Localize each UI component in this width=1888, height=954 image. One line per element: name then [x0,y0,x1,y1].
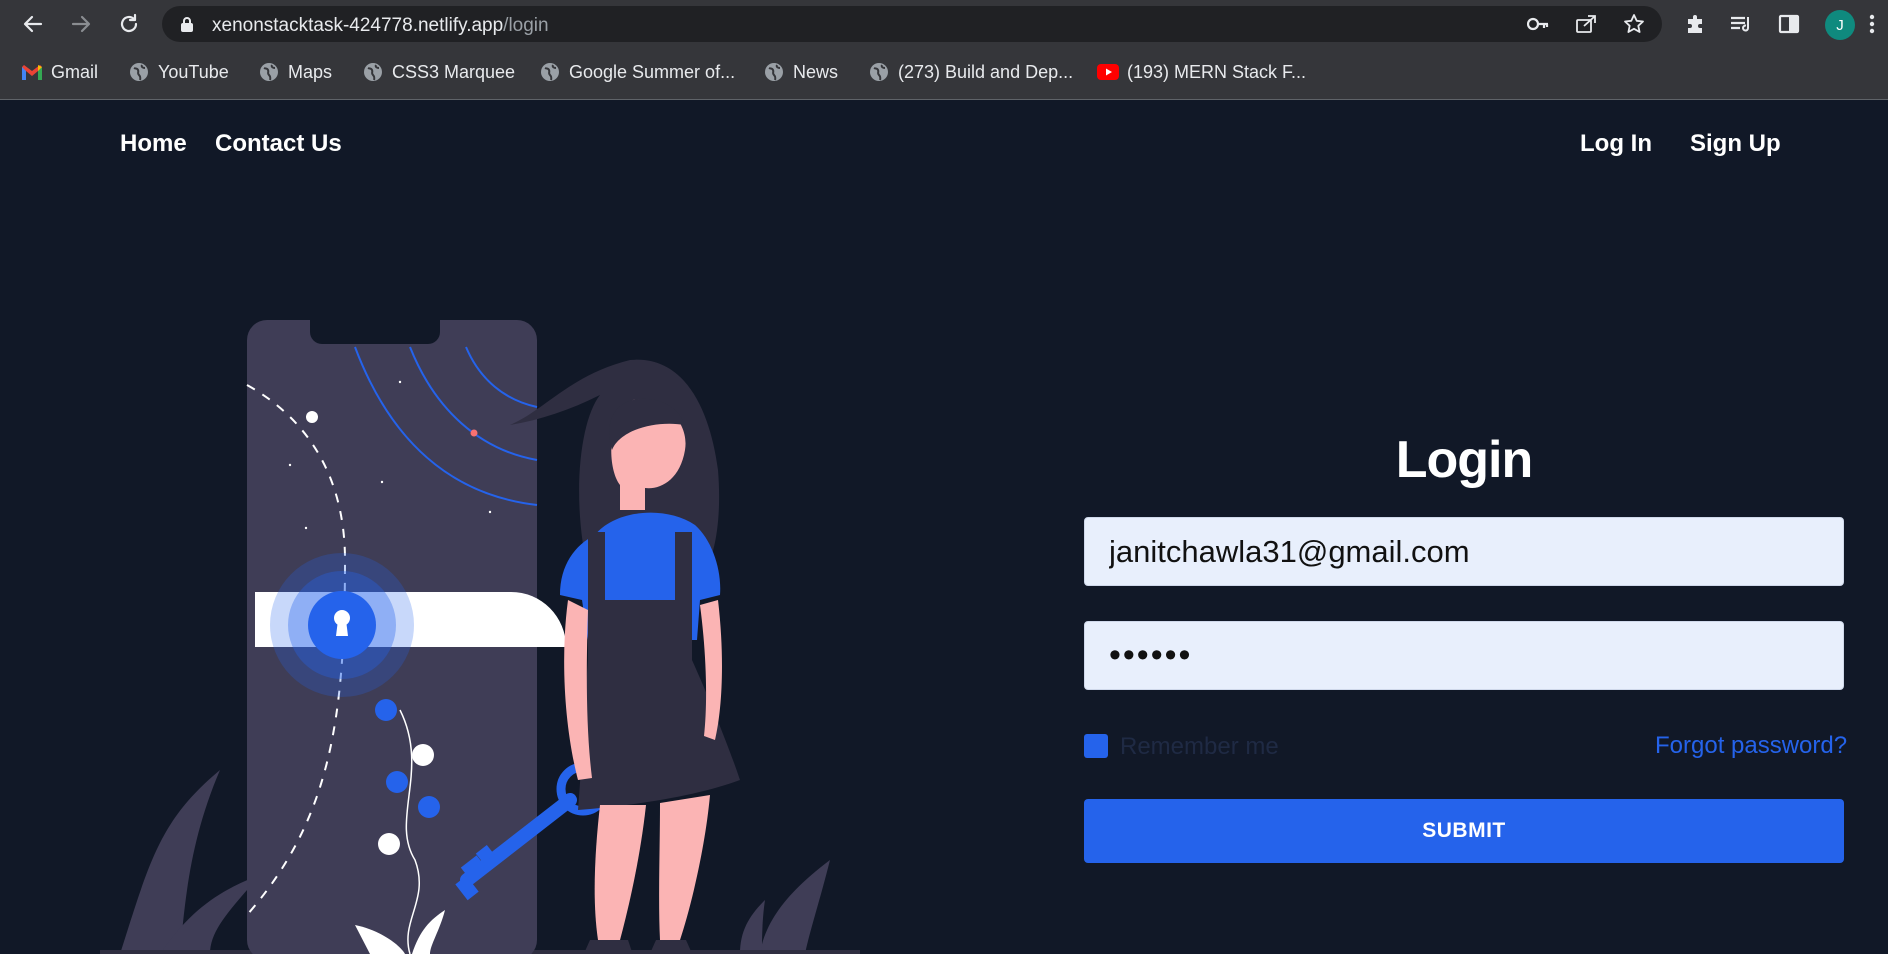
nav-signup-link[interactable]: Sign Up [1690,130,1781,158]
bookmark-maps[interactable]: Maps [258,50,332,94]
remember-me-checkbox[interactable] [1084,734,1108,758]
globe-icon [128,61,150,83]
reload-icon [120,13,138,33]
bookmark-label: (193) MERN Stack F... [1127,61,1307,82]
back-button[interactable] [18,9,48,39]
browser-toolbar: xenonstacktask-424778.netlify.app/login … [0,0,1888,48]
share-icon[interactable] [1574,12,1598,36]
menu-kebab-icon[interactable] [1862,10,1882,38]
bookmark-label: (273) Build and Dep... [898,61,1074,82]
url-path: /login [503,15,549,36]
youtube-icon [1097,61,1119,83]
bookmark-label: Maps [288,61,333,82]
profile-avatar[interactable]: J [1825,10,1855,40]
email-input[interactable] [1084,517,1844,586]
login-illustration [100,320,860,954]
nav-login-link[interactable]: Log In [1580,130,1652,158]
bookmark-label: YouTube [158,61,229,82]
bookmark-label: News [793,61,839,82]
globe-icon [362,61,384,83]
nav-contact-link[interactable]: Contact Us [215,130,342,158]
globe-icon [258,61,280,83]
forgot-password-link[interactable]: Forgot password? [1655,732,1847,760]
globe-icon [539,61,561,83]
bookmark-label: Google Summer of... [569,61,736,82]
bookmark-mern-stack[interactable]: (193) MERN Stack F... [1097,50,1306,94]
bookmark-news[interactable]: News [763,50,838,94]
bookmark-css3-marquee[interactable]: CSS3 Marquee [362,50,515,94]
bookmark-label: Gmail [51,61,99,82]
address-bar[interactable]: xenonstacktask-424778.netlify.app/login [162,6,1662,42]
login-page: Home Contact Us Log In Sign Up Login jan… [0,100,1888,954]
bookmark-google-summer[interactable]: Google Summer of... [539,50,735,94]
forward-button[interactable] [66,9,96,39]
browser-chrome: xenonstacktask-424778.netlify.app/login … [0,0,1888,100]
bookmark-build-and-deploy[interactable]: (273) Build and Dep... [868,50,1073,94]
url-domain: xenonstacktask-424778.netlify.app [212,15,504,36]
bookmark-label: CSS3 Marquee [392,61,516,82]
url-text: xenonstacktask-424778.netlify.app/login [212,15,549,37]
extensions-puzzle-icon[interactable] [1681,10,1709,38]
gmail-icon [21,61,43,83]
remember-me-label: Remember me [1120,733,1279,760]
login-title: Login [1395,431,1534,489]
back-arrow-icon [23,15,43,33]
side-panel-icon[interactable] [1775,10,1803,38]
bookmarks-bar: Gmail YouTube Maps CSS3 Marquee Google S… [0,50,1888,94]
reading-list-icon[interactable] [1727,10,1755,38]
password-key-icon[interactable] [1526,12,1550,36]
globe-icon [868,61,890,83]
bookmark-youtube[interactable]: YouTube [128,50,229,94]
bookmark-star-icon[interactable] [1622,12,1646,36]
nav-home-link[interactable]: Home [120,130,187,158]
lock-icon [181,17,193,32]
reload-button[interactable] [114,9,144,39]
bookmark-gmail[interactable]: Gmail [21,50,98,94]
forward-arrow-icon [71,15,91,33]
submit-button[interactable]: SUBMIT [1084,799,1844,863]
globe-icon [763,61,785,83]
password-input[interactable] [1084,621,1844,690]
